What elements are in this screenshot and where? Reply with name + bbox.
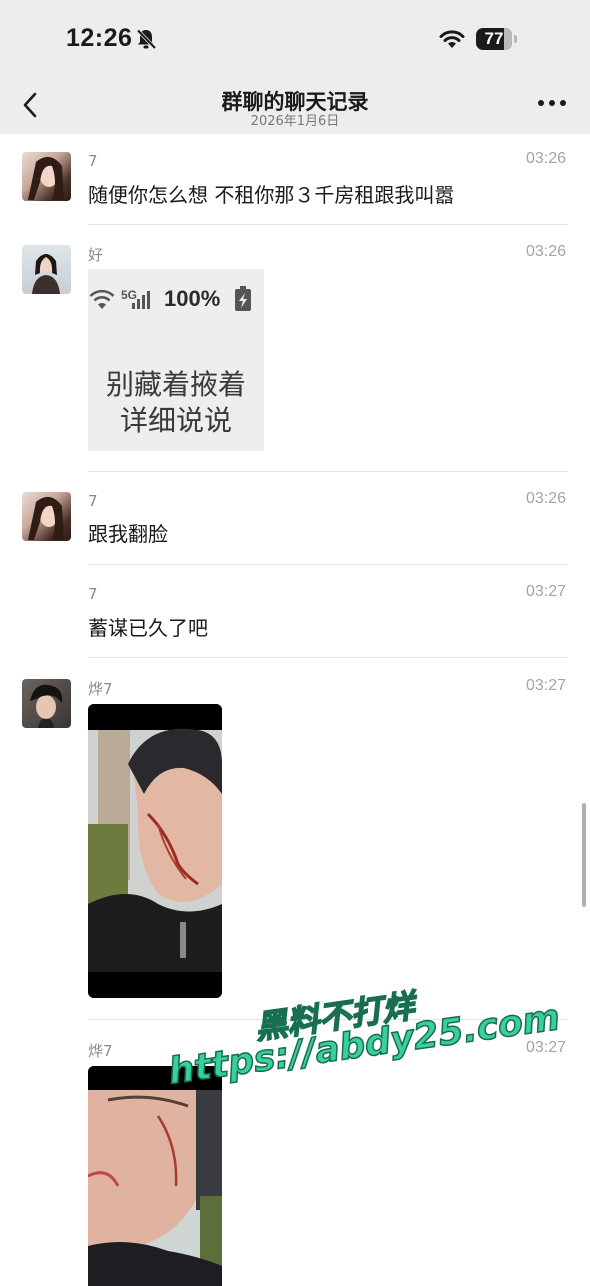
chat-message: 好 03:26 5G 100% 别藏着掖着 详细说说 xyxy=(0,240,590,472)
photo-image[interactable] xyxy=(88,1066,222,1286)
message-time: 03:27 xyxy=(525,1039,566,1056)
scrollbar[interactable] xyxy=(582,803,586,907)
message-text[interactable]: 跟我翻脸 xyxy=(88,518,168,547)
message-time: 03:26 xyxy=(525,490,566,507)
photo-image[interactable] xyxy=(88,704,222,998)
avatar[interactable] xyxy=(22,245,71,294)
sender-name: 好 xyxy=(88,246,104,264)
chat-message: 7 03:27 蓄谋已久了吧 xyxy=(0,580,590,660)
more-dots-icon[interactable] xyxy=(538,100,566,108)
sticker-image[interactable]: 5G 100% 别藏着掖着 详细说说 xyxy=(88,269,264,451)
chat-message: 7 03:26 随便你怎么想 不租你那３千房租跟我叫嚣 xyxy=(0,146,590,226)
sender-name: 7 xyxy=(88,585,98,603)
divider xyxy=(88,564,568,565)
message-time: 03:26 xyxy=(525,150,566,167)
message-text[interactable]: 随便你怎么想 不租你那３千房租跟我叫嚣 xyxy=(88,179,454,208)
avatar[interactable] xyxy=(22,492,71,541)
battery-level: 77 xyxy=(484,29,504,48)
sender-name: 烨7 xyxy=(88,1042,113,1060)
sender-name: 7 xyxy=(88,492,98,510)
avatar[interactable] xyxy=(22,679,71,728)
bell-slash-icon xyxy=(136,29,157,50)
message-time: 03:27 xyxy=(525,583,566,600)
status-time: 12:26 xyxy=(66,24,133,52)
nav-bar: 群聊的聊天记录 2026年1月6日 xyxy=(0,80,590,134)
sticker-battery-text: 100% xyxy=(164,286,221,311)
divider xyxy=(88,471,568,472)
sender-name: 7 xyxy=(88,152,98,170)
battery-icon: 77 xyxy=(476,28,518,50)
sticker-network-text: 5G xyxy=(121,288,137,302)
divider xyxy=(88,224,568,225)
status-bar: 12:26 77 xyxy=(0,0,590,80)
sender-name: 烨7 xyxy=(88,680,113,698)
message-time: 03:26 xyxy=(525,243,566,260)
battery-charging-icon xyxy=(235,286,251,311)
avatar[interactable] xyxy=(22,152,71,201)
wifi-icon xyxy=(439,30,465,48)
page-subtitle-date: 2026年1月6日 xyxy=(250,114,340,129)
chat-message: 烨7 03:27 xyxy=(0,674,590,1024)
message-text[interactable]: 蓄谋已久了吧 xyxy=(88,612,208,641)
sticker-caption-line: 详细说说 xyxy=(119,404,232,437)
chat-message: 7 03:26 跟我翻脸 xyxy=(0,487,590,567)
sticker-caption-line: 别藏着掖着 xyxy=(105,368,246,401)
divider xyxy=(88,657,568,658)
chat-message: 烨7 03:27 xyxy=(0,1036,590,1286)
divider xyxy=(88,1019,568,1020)
message-time: 03:27 xyxy=(525,677,566,694)
wifi-icon xyxy=(89,289,115,309)
